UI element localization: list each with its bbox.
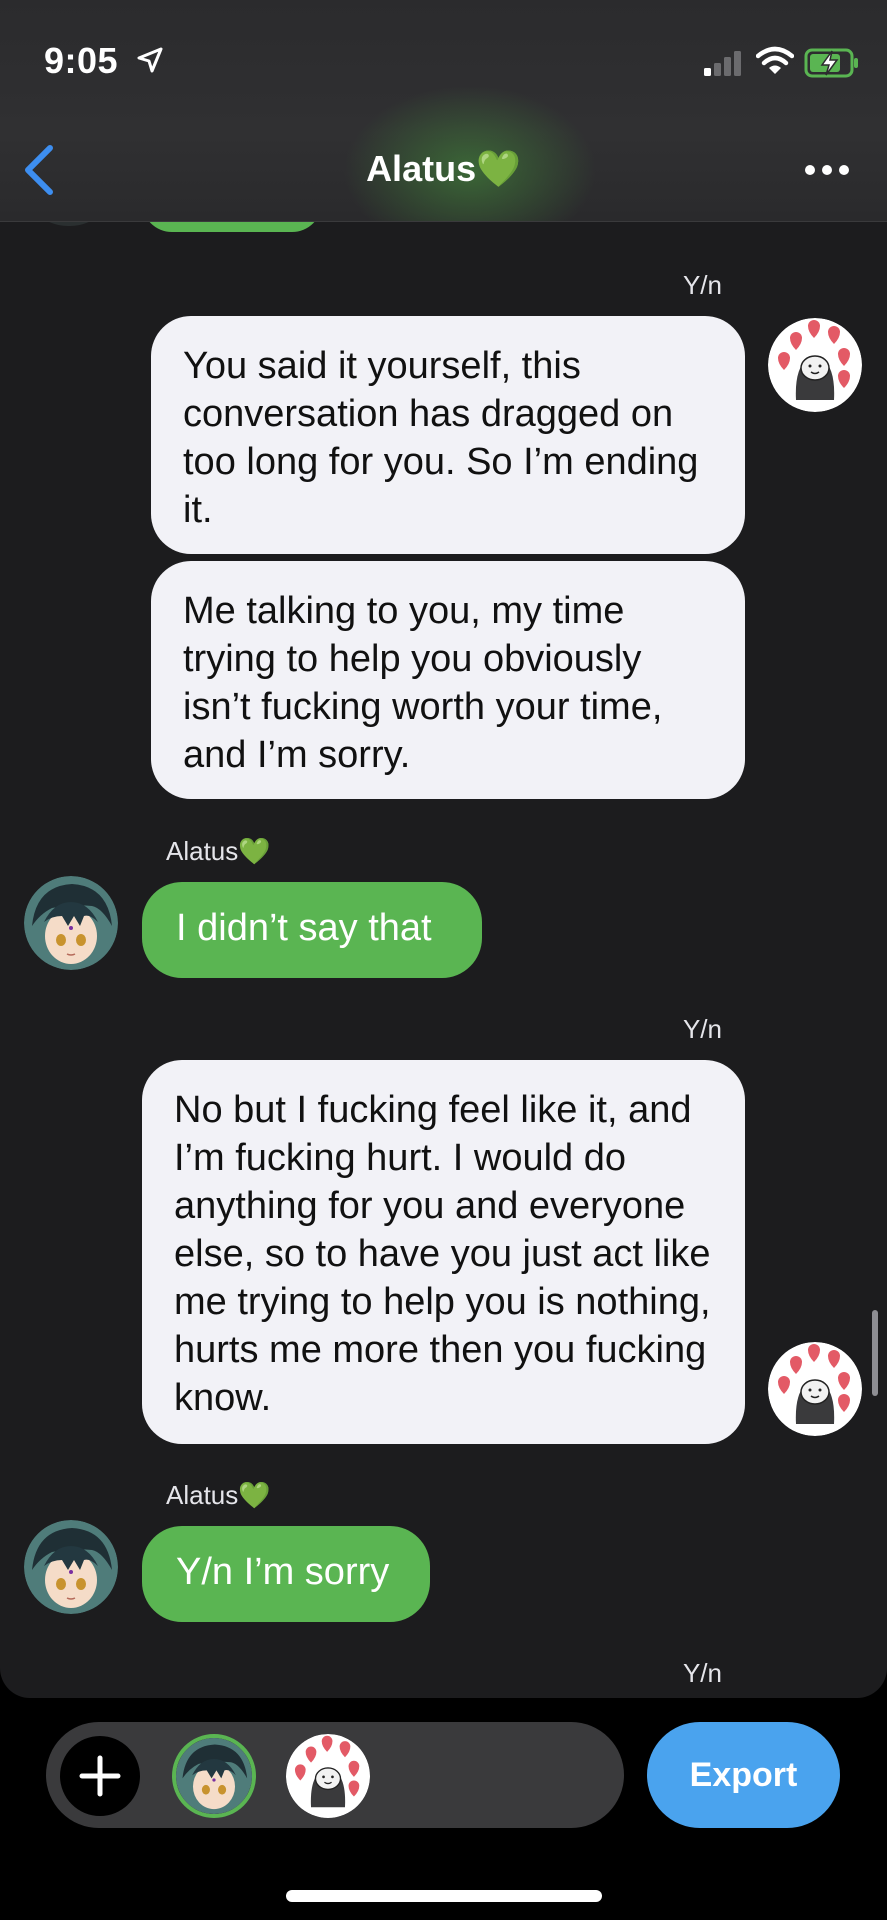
status-time: 9:05: [44, 40, 119, 81]
yn-avatar-image: [768, 1342, 862, 1436]
chat-header: 9:05 Alatus💚: [0, 0, 887, 222]
export-button[interactable]: Export: [647, 1722, 840, 1828]
location-arrow-icon: [137, 47, 163, 73]
participant-avatar-alatus[interactable]: [172, 1734, 256, 1818]
cellular-signal-icon: [704, 51, 741, 76]
chat-title: Alatus💚: [366, 148, 521, 189]
yn-avatar-image: [286, 1734, 370, 1818]
avatar-alatus: [24, 1520, 118, 1614]
sender-name-yn: Y/n: [682, 1014, 722, 1044]
battery-charging-icon: [804, 48, 858, 78]
message-bubble-yn-1: You said it yourself, this conversation …: [151, 316, 745, 554]
yn-avatar-image: [768, 318, 862, 412]
sender-name-alatus: Alatus💚: [166, 1480, 271, 1510]
alatus-avatar-image: [24, 876, 118, 970]
sender-name-yn: Y/n: [682, 270, 722, 300]
sender-name-alatus: Alatus💚: [166, 836, 271, 866]
avatar-alatus: [24, 876, 118, 970]
wifi-icon: [756, 46, 794, 74]
message-bubble-alatus-1: I didn’t say that: [142, 882, 482, 978]
sender-name-yn: Y/n: [682, 1658, 722, 1688]
participant-avatar-yn[interactable]: [286, 1734, 370, 1818]
home-indicator[interactable]: [286, 1890, 602, 1902]
chat-area: Y/n You said it yourself, this conversat…: [0, 0, 887, 1698]
scrollbar[interactable]: [872, 1310, 878, 1396]
message-bubble-yn-3: No but I fucking feel like it, and I’m f…: [142, 1060, 745, 1444]
message-bubble-alatus-2: Y/n I’m sorry: [142, 1526, 430, 1622]
alatus-avatar-image: [24, 1520, 118, 1614]
alatus-avatar-image: [176, 1738, 252, 1814]
add-participant-button[interactable]: [60, 1736, 140, 1816]
message-bubble-yn-2: Me talking to you, my time trying to hel…: [151, 561, 745, 799]
plus-icon: [79, 1755, 121, 1797]
avatar-yn: [768, 1342, 862, 1436]
more-options-icon[interactable]: [804, 164, 850, 176]
avatar-yn: [768, 318, 862, 412]
